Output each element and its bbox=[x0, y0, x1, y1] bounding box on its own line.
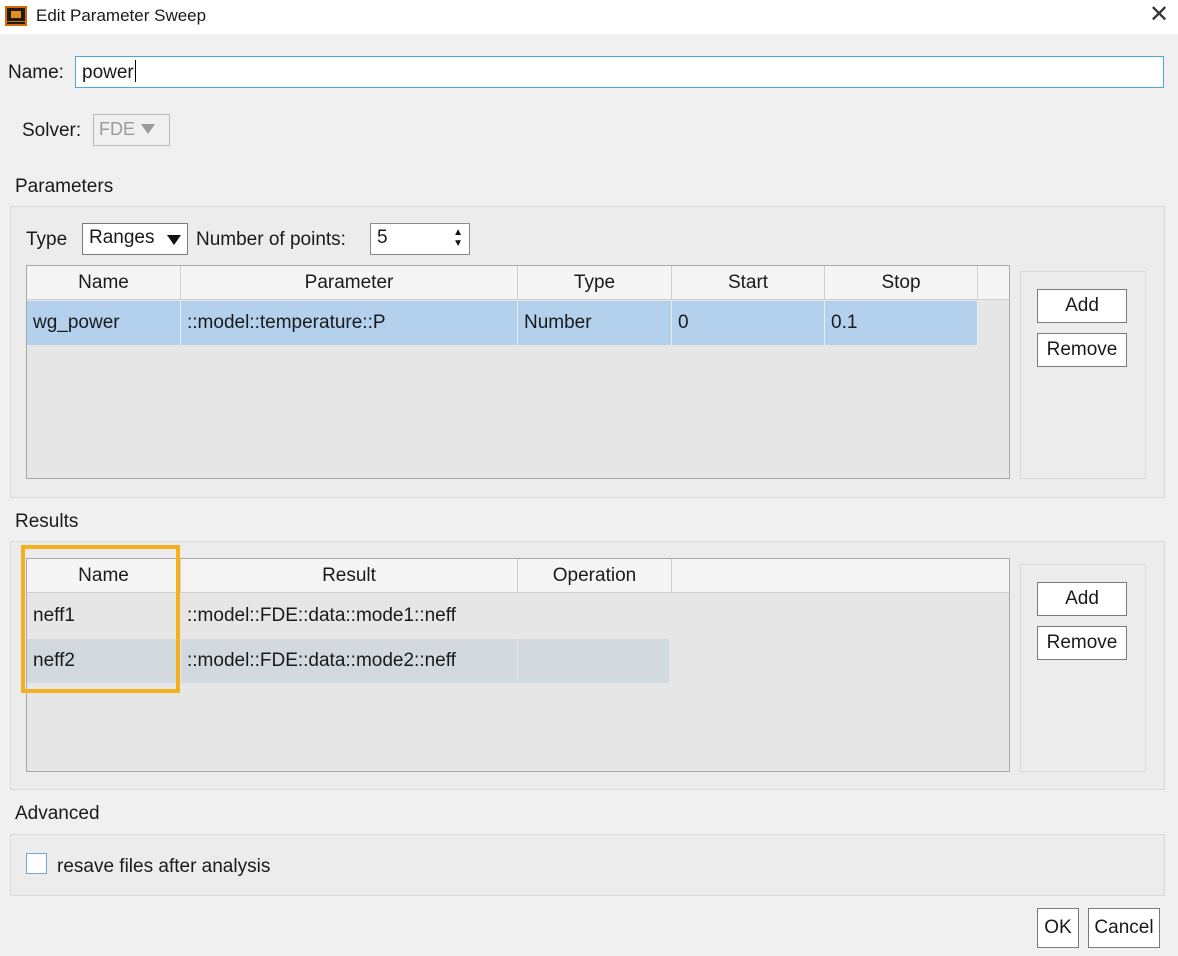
table-row[interactable]: wg_power ::model::temperature::P Number … bbox=[27, 301, 978, 345]
results-section-label: Results bbox=[15, 511, 79, 532]
cell-stop[interactable]: 0.1 bbox=[825, 301, 978, 345]
solver-label: Solver: bbox=[22, 120, 82, 141]
solver-select: FDE bbox=[93, 114, 170, 146]
name-input[interactable]: power bbox=[75, 56, 1164, 88]
chevron-down-icon bbox=[167, 235, 181, 245]
number-of-points-value: 5 bbox=[377, 227, 388, 248]
parameters-type-select[interactable]: Ranges bbox=[82, 223, 188, 255]
cell-name[interactable]: neff2 bbox=[27, 639, 181, 683]
ok-button[interactable]: OK bbox=[1037, 908, 1079, 948]
solver-value: FDE bbox=[99, 119, 135, 139]
cell-name[interactable]: wg_power bbox=[27, 301, 181, 345]
parameters-type-label: Type bbox=[26, 229, 68, 250]
spin-arrows-icon[interactable]: ▲ ▼ bbox=[453, 227, 463, 249]
app-icon bbox=[5, 6, 27, 26]
table-row[interactable]: neff2 ::model::FDE::data::mode2::neff bbox=[27, 639, 670, 683]
advanced-section-label: Advanced bbox=[15, 803, 100, 824]
parameters-remove-button[interactable]: Remove bbox=[1037, 333, 1127, 367]
name-label: Name: bbox=[8, 62, 64, 83]
column-header-stop[interactable]: Stop bbox=[825, 266, 978, 300]
window-title: Edit Parameter Sweep bbox=[36, 6, 207, 25]
parameters-table: Name Parameter Type Start Stop wg_power … bbox=[26, 265, 1010, 479]
parameters-type-value: Ranges bbox=[89, 227, 155, 248]
number-of-points-label: Number of points: bbox=[196, 229, 346, 250]
cell-operation[interactable] bbox=[518, 594, 672, 638]
cell-start[interactable]: 0 bbox=[672, 301, 825, 345]
cancel-button[interactable]: Cancel bbox=[1088, 908, 1160, 948]
resave-files-checkbox[interactable] bbox=[26, 853, 47, 874]
column-header-parameter[interactable]: Parameter bbox=[181, 266, 518, 300]
cell-type[interactable]: Number bbox=[518, 301, 672, 345]
cell-parameter[interactable]: ::model::temperature::P bbox=[181, 301, 518, 345]
cell-result[interactable]: ::model::FDE::data::mode2::neff bbox=[181, 639, 518, 683]
cell-result[interactable]: ::model::FDE::data::mode1::neff bbox=[181, 594, 518, 638]
results-table-header: Name Result Operation bbox=[27, 559, 1009, 593]
parameters-table-header: Name Parameter Type Start Stop bbox=[27, 266, 1009, 300]
resave-files-label[interactable]: resave files after analysis bbox=[57, 856, 270, 878]
cell-name[interactable]: neff1 bbox=[27, 594, 181, 638]
column-header-name[interactable]: Name bbox=[27, 559, 181, 593]
parameters-section-label: Parameters bbox=[15, 176, 114, 197]
column-header-result[interactable]: Result bbox=[181, 559, 518, 593]
column-header-type[interactable]: Type bbox=[518, 266, 672, 300]
results-remove-button[interactable]: Remove bbox=[1037, 626, 1127, 660]
number-of-points-spinbox[interactable]: 5 ▲ ▼ bbox=[370, 223, 470, 255]
column-header-name[interactable]: Name bbox=[27, 266, 181, 300]
parameters-add-button[interactable]: Add bbox=[1037, 289, 1127, 323]
close-icon[interactable]: ✕ bbox=[1146, 2, 1172, 28]
table-row[interactable]: neff1 ::model::FDE::data::mode1::neff bbox=[27, 594, 672, 638]
column-header-operation[interactable]: Operation bbox=[518, 559, 672, 593]
column-header-start[interactable]: Start bbox=[672, 266, 825, 300]
cell-operation[interactable] bbox=[518, 639, 670, 683]
name-input-value: power bbox=[82, 62, 134, 83]
results-add-button[interactable]: Add bbox=[1037, 582, 1127, 616]
text-caret bbox=[134, 60, 136, 82]
chevron-down-icon bbox=[141, 124, 155, 134]
results-table: Name Result Operation neff1 ::model::FDE… bbox=[26, 558, 1010, 772]
